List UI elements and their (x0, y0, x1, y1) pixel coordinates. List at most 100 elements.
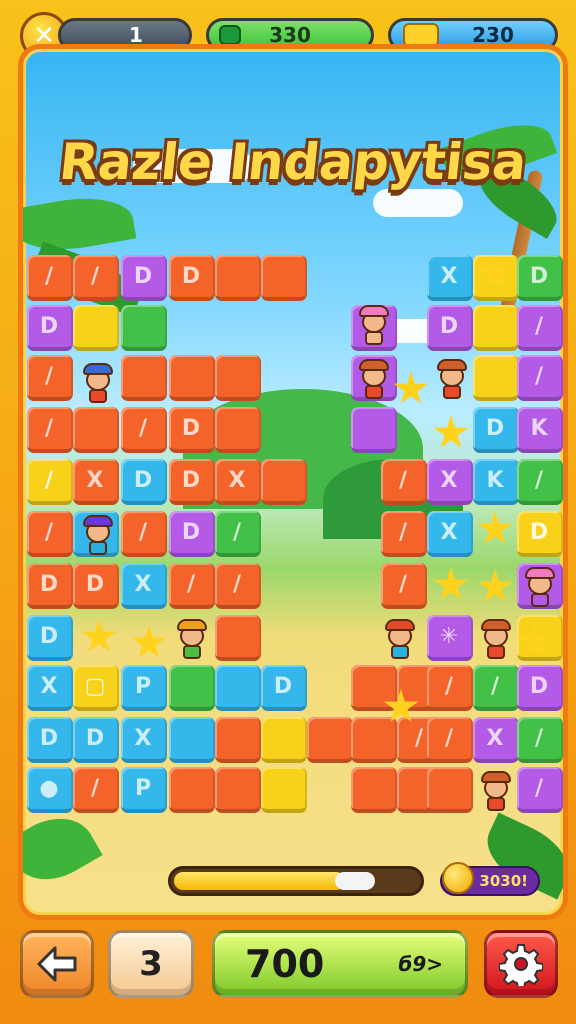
tile-purple[interactable]: K (517, 407, 563, 453)
tile-orange[interactable] (351, 717, 397, 763)
tile-blue[interactable]: X (427, 511, 473, 557)
tile-orange[interactable] (427, 767, 473, 813)
palm-leaf (23, 188, 137, 260)
tile-blue[interactable] (169, 717, 215, 763)
tile-orange[interactable]: D (169, 407, 215, 453)
tile-yellow[interactable]: D (517, 511, 563, 557)
tile-orange[interactable]: / (73, 767, 119, 813)
tile-blue[interactable]: X (121, 717, 167, 763)
tile-orange[interactable]: / (121, 511, 167, 557)
tile-yellow[interactable] (261, 767, 307, 813)
score-suffix: б9> (398, 952, 443, 976)
tile-orange[interactable]: / (381, 511, 427, 557)
tile-orange[interactable]: D (73, 563, 119, 609)
tile-orange[interactable]: / (27, 407, 73, 453)
character[interactable] (79, 361, 117, 405)
tile-purple[interactable]: X (427, 459, 473, 505)
tile-orange[interactable] (215, 355, 261, 401)
character[interactable] (79, 513, 117, 557)
character[interactable] (355, 303, 393, 347)
character[interactable] (477, 769, 515, 813)
tile-orange[interactable] (215, 407, 261, 453)
tile-purple[interactable]: D (517, 665, 563, 711)
tile-blue[interactable]: D (121, 459, 167, 505)
character[interactable] (433, 357, 471, 401)
tile-orange[interactable]: X (215, 459, 261, 505)
tile-orange[interactable] (73, 407, 119, 453)
tile-blue[interactable]: D (261, 665, 307, 711)
tile-green[interactable]: / (517, 717, 563, 763)
tile-purple[interactable]: / (517, 767, 563, 813)
tile-green[interactable] (121, 305, 167, 351)
tile-green[interactable]: D (517, 255, 563, 301)
tile-orange[interactable]: / (427, 665, 473, 711)
tile-orange[interactable] (215, 717, 261, 763)
tile-purple[interactable]: X (473, 717, 519, 763)
tile-orange[interactable]: / (215, 563, 261, 609)
tile-blue[interactable]: X (427, 255, 473, 301)
character[interactable] (477, 617, 515, 661)
tile-blue[interactable]: D (27, 717, 73, 763)
tile-orange[interactable] (169, 355, 215, 401)
tile-green[interactable]: / (473, 665, 519, 711)
tile-green[interactable]: / (215, 511, 261, 557)
tile-orange[interactable]: / (73, 255, 119, 301)
tile-yellow[interactable]: / (27, 459, 73, 505)
moves-button[interactable]: 3 (108, 930, 194, 998)
character[interactable] (381, 617, 419, 661)
character[interactable] (173, 617, 211, 661)
back-button[interactable] (20, 930, 94, 998)
tile-blue[interactable]: P (121, 665, 167, 711)
tile-orange[interactable]: X (73, 459, 119, 505)
tile-orange[interactable]: / (121, 407, 167, 453)
tile-purple[interactable]: / (517, 305, 563, 351)
tile-orange[interactable] (121, 355, 167, 401)
tile-orange[interactable] (215, 255, 261, 301)
tile-orange[interactable]: D (169, 459, 215, 505)
tile-blue[interactable]: ● (27, 767, 73, 813)
tile-orange[interactable] (215, 767, 261, 813)
tile-orange[interactable] (169, 767, 215, 813)
tile-green[interactable]: / (517, 459, 563, 505)
tile-purple[interactable]: D (427, 305, 473, 351)
tile-orange[interactable]: / (381, 563, 427, 609)
character[interactable] (355, 357, 393, 401)
tile-orange[interactable]: / (27, 355, 73, 401)
tile-blue[interactable]: X (121, 563, 167, 609)
tile-orange[interactable]: D (169, 255, 215, 301)
tile-yellow[interactable]: ▢ (73, 665, 119, 711)
tile-orange[interactable] (261, 459, 307, 505)
settings-button[interactable] (484, 930, 558, 998)
tile-purple[interactable] (351, 407, 397, 453)
tile-yellow[interactable] (473, 355, 519, 401)
tile-orange[interactable] (351, 767, 397, 813)
tile-purple[interactable]: D (169, 511, 215, 557)
tile-blue[interactable]: D (473, 407, 519, 453)
tile-blue[interactable]: X (27, 665, 73, 711)
tile-blue[interactable]: K (473, 459, 519, 505)
tile-yellow[interactable] (473, 305, 519, 351)
tile-orange[interactable]: / (427, 717, 473, 763)
tile-purple[interactable]: ✳ (427, 615, 473, 661)
tile-blue[interactable]: D (27, 615, 73, 661)
tile-yellow[interactable] (73, 305, 119, 351)
tile-orange[interactable]: / (381, 459, 427, 505)
star-icon (433, 567, 469, 600)
tile-orange[interactable]: D (27, 563, 73, 609)
tile-purple[interactable]: D (121, 255, 167, 301)
tile-purple[interactable]: / (517, 355, 563, 401)
tile-orange[interactable]: / (169, 563, 215, 609)
score-button[interactable]: 700 б9> (212, 930, 468, 998)
tile-orange[interactable]: / (27, 511, 73, 557)
tile-orange[interactable]: / (27, 255, 73, 301)
tile-yellow[interactable] (261, 717, 307, 763)
character[interactable] (521, 565, 559, 609)
tile-blue[interactable] (215, 665, 261, 711)
tile-orange[interactable] (307, 717, 353, 763)
tile-blue[interactable]: P (121, 767, 167, 813)
tile-blue[interactable]: D (73, 717, 119, 763)
tile-orange[interactable] (261, 255, 307, 301)
tile-orange[interactable] (215, 615, 261, 661)
tile-green[interactable] (169, 665, 215, 711)
tile-purple[interactable]: D (27, 305, 73, 351)
